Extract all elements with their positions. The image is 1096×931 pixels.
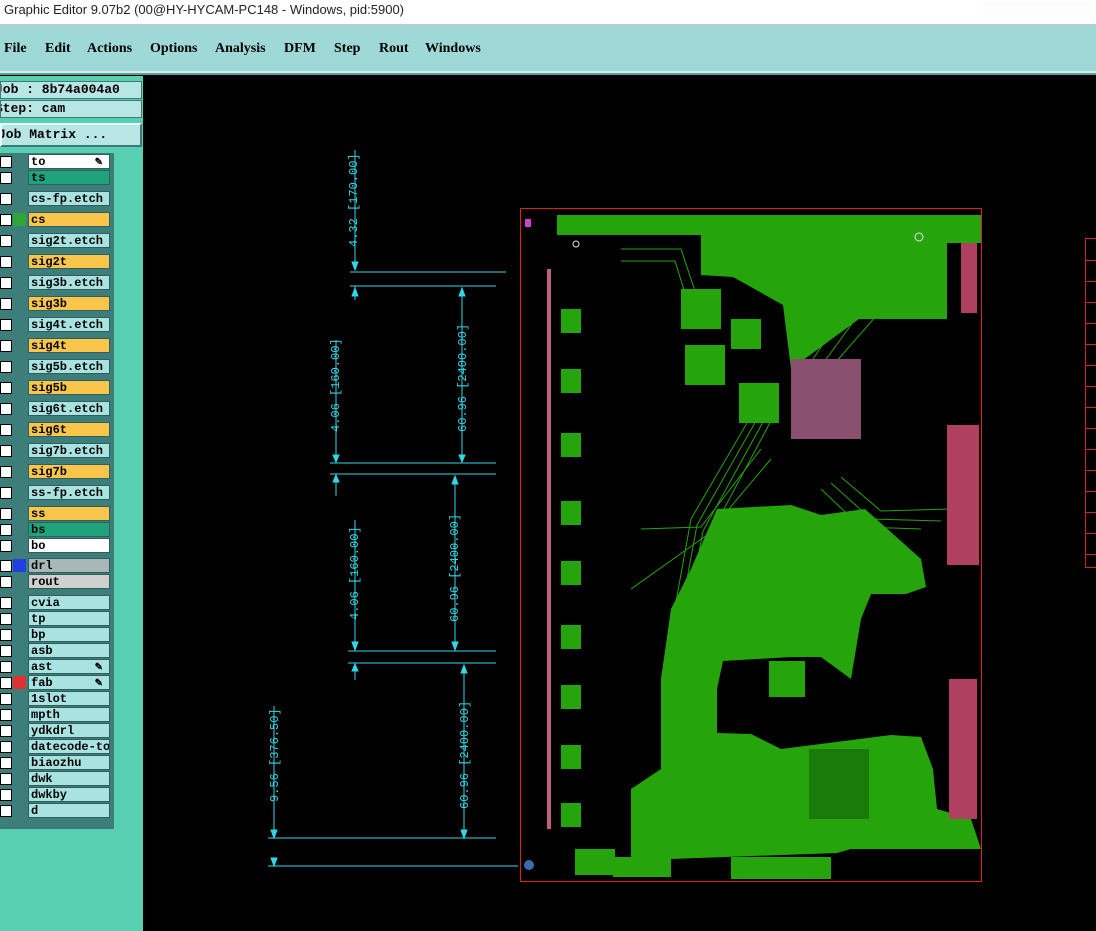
frame-tick (1086, 428, 1096, 429)
frame-tick (1086, 554, 1096, 555)
frame-tick (1086, 344, 1096, 345)
frame-tick (1086, 323, 1096, 324)
frame-tick (1086, 533, 1096, 534)
frame-tick (1086, 470, 1096, 471)
frame-tick (1086, 281, 1096, 282)
frame-tick (1086, 407, 1096, 408)
frame-tick (1086, 512, 1096, 513)
frame-tick (1086, 491, 1096, 492)
frame-tick (1086, 449, 1096, 450)
pcb-artwork (524, 215, 981, 879)
frame-tick (1086, 365, 1096, 366)
frame-tick (1086, 260, 1096, 261)
pcb-board[interactable] (520, 208, 982, 882)
adjacent-panel-frame (1085, 238, 1096, 568)
frame-tick (1086, 386, 1096, 387)
frame-tick (1086, 302, 1096, 303)
